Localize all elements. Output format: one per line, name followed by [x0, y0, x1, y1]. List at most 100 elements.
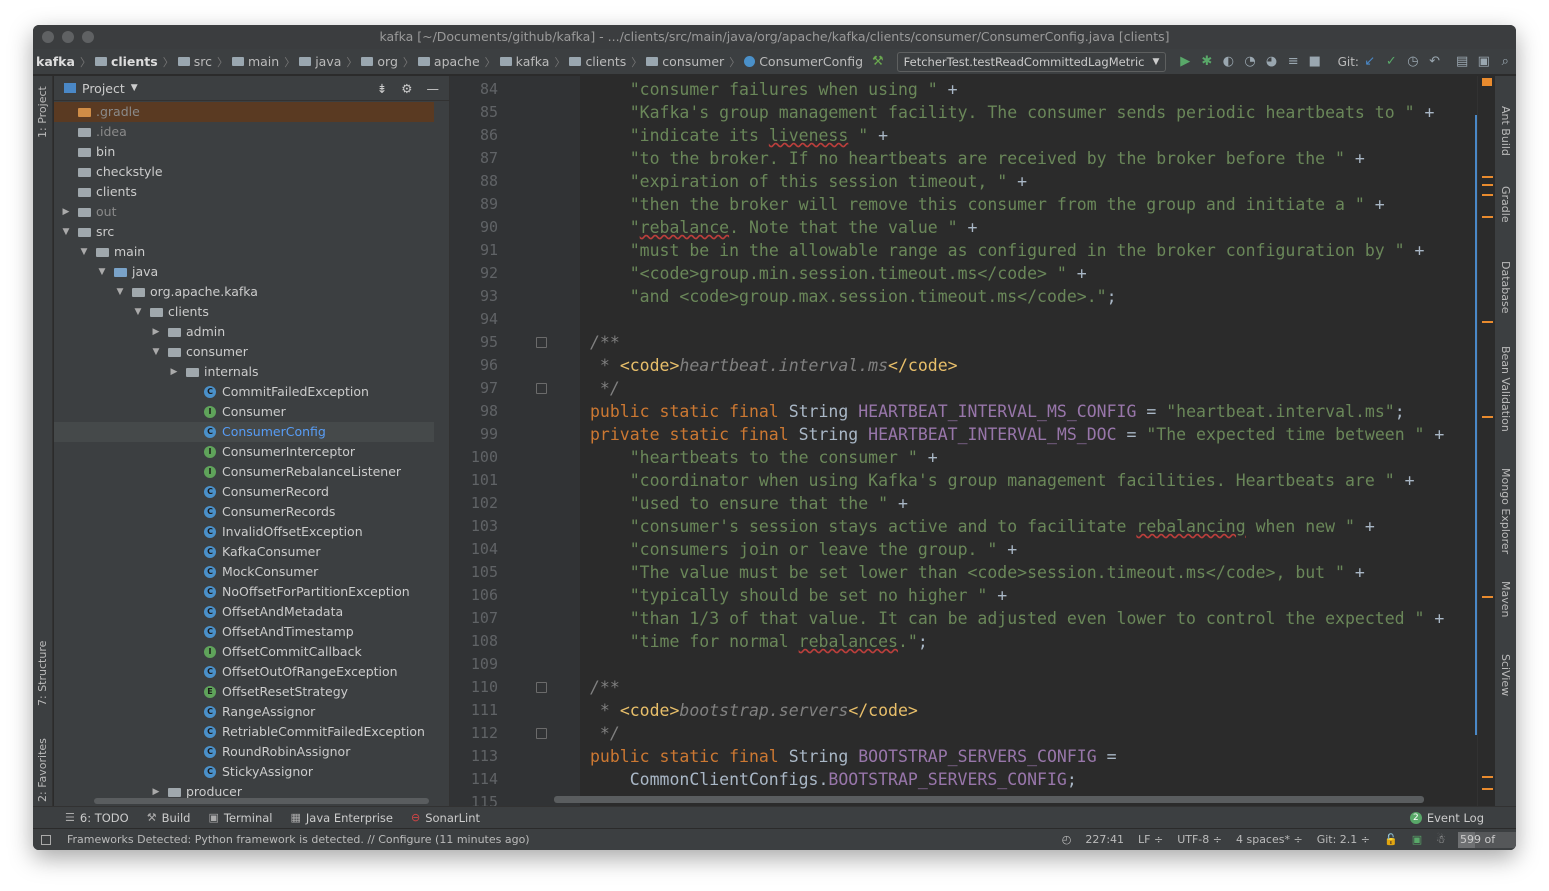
breadcrumb-item[interactable]: kafka [33, 54, 79, 69]
tree-item-consumerconfig[interactable]: C ConsumerConfig [54, 422, 434, 442]
editor-horizontal-scrollbar[interactable] [554, 796, 1424, 803]
tree-item-checkstyle[interactable]: checkstyle [54, 162, 434, 182]
terminal-tool-button[interactable]: ▣ Terminal [208, 811, 272, 825]
code-line[interactable]: "consumer's session stays active and to … [590, 515, 1375, 538]
chevron-right-icon[interactable]: ▶ [168, 362, 180, 382]
code-line[interactable]: */ [590, 377, 620, 400]
tree-item-invalidoffsetexception[interactable]: C InvalidOffsetException [54, 522, 434, 542]
code-line[interactable]: "heartbeats to the consumer " + [590, 446, 938, 469]
lock-icon[interactable]: 🔓 [1384, 833, 1398, 846]
chevron-right-icon[interactable]: ▶ [150, 322, 162, 342]
warning-mark[interactable] [1482, 596, 1493, 598]
warning-mark[interactable] [1482, 416, 1493, 418]
code-line[interactable]: /** [590, 331, 620, 354]
warning-mark[interactable] [1482, 321, 1493, 323]
git-update-icon[interactable]: ↙ [1359, 54, 1381, 69]
code-line[interactable]: "must be in the allowable range as confi… [590, 239, 1425, 262]
code-line[interactable]: public static final String HEARTBEAT_INT… [590, 400, 1405, 423]
tree-item-java[interactable]: ▼ java [54, 262, 434, 282]
chevron-down-icon[interactable]: ▼ [114, 282, 126, 302]
chevron-right-icon[interactable]: ▶ [60, 202, 72, 222]
code-line[interactable]: "then the broker will remove this consum… [590, 193, 1385, 216]
warning-mark[interactable] [1482, 176, 1493, 178]
code-editor[interactable]: 84 85 86 87 88 89 90 91 92 93 94 95 96 97 98 99 100 101 10… [449, 76, 1477, 811]
tree-item-clients[interactable]: ▼ clients [54, 302, 434, 322]
collapse-all-icon[interactable]: ⇟ [377, 81, 387, 96]
caret-position[interactable]: 227:41 [1085, 833, 1124, 846]
code-line[interactable]: "expiration of this session timeout, " + [590, 170, 1027, 193]
code-line[interactable]: "typically should be set no higher " + [590, 584, 1008, 607]
tree-item-consumerrecord[interactable]: C ConsumerRecord [54, 482, 434, 502]
run-icon[interactable]: ▶ [1174, 54, 1196, 69]
indent-select[interactable]: 4 spaces* ÷ [1236, 833, 1303, 846]
breadcrumb-item[interactable]: org [358, 54, 402, 69]
code-line[interactable]: "than 1/3 of that value. It can be adjus… [590, 607, 1445, 630]
tree-item-gradle[interactable]: .gradle [54, 102, 434, 122]
tree-item-mockconsumer[interactable]: C MockConsumer [54, 562, 434, 582]
sonarlint-tool-button[interactable]: ⊖ SonarLint [411, 811, 480, 825]
code-line[interactable]: "used to ensure that the " + [590, 492, 908, 515]
close-window-button[interactable] [42, 31, 54, 43]
chevron-down-icon[interactable]: ▼ [96, 262, 108, 282]
git-branch-select[interactable]: Git: 2.1 ÷ [1317, 833, 1370, 846]
breadcrumb-item[interactable]: ConsumerConfig [741, 54, 867, 69]
breadcrumb-item[interactable]: java [296, 54, 345, 69]
revert-icon[interactable]: ↶ [1424, 54, 1446, 69]
code-line[interactable]: */ [590, 722, 620, 745]
minimize-window-button[interactable] [62, 31, 74, 43]
breadcrumb-item[interactable]: clients [566, 54, 630, 69]
tree-item-main[interactable]: ▼ main [54, 242, 434, 262]
favorites-tool-tab[interactable]: 2: Favorites [36, 738, 49, 802]
breadcrumb-item[interactable]: consumer [643, 54, 728, 69]
fold-marker-icon[interactable] [536, 682, 547, 693]
tool-tab-maven[interactable]: Maven [1499, 581, 1512, 617]
run-configuration-select[interactable]: FetcherTest.testReadCommittedLagMetric ▼ [896, 51, 1167, 72]
project-structure-icon[interactable]: ▤ [1451, 54, 1473, 69]
stop-icon[interactable]: ■ [1304, 54, 1326, 69]
tool-tab-mongo-explorer[interactable]: Mongo Explorer [1499, 468, 1512, 554]
encoding-select[interactable]: UTF-8 ÷ [1177, 833, 1222, 846]
tree-item-commitfailedexception[interactable]: C CommitFailedException [54, 382, 434, 402]
code-line[interactable]: public static final String BOOTSTRAP_SER… [590, 745, 1117, 768]
chevron-down-icon[interactable]: ▼ [131, 83, 138, 93]
error-stripe[interactable] [1477, 76, 1495, 806]
java-enterprise-tool-button[interactable]: ▦ Java Enterprise [290, 811, 393, 825]
code-line[interactable]: "The value must be set lower than <code>… [590, 561, 1365, 584]
tree-horizontal-scrollbar[interactable] [94, 798, 429, 804]
tree-item-consumerrebalancelistener[interactable]: I ConsumerRebalanceListener [54, 462, 434, 482]
chevron-down-icon[interactable]: ▼ [132, 302, 144, 322]
fold-marker-icon[interactable] [536, 383, 547, 394]
code-line[interactable]: "time for normal rebalances."; [590, 630, 928, 653]
warning-mark[interactable] [1482, 776, 1493, 778]
inspection-icon[interactable]: ◴ [1062, 833, 1072, 846]
chevron-down-icon[interactable]: ▼ [78, 242, 90, 262]
tree-item-nooffsetforpartitionexception[interactable]: C NoOffsetForPartitionException [54, 582, 434, 602]
tree-item-offsetresetstrategy[interactable]: E OffsetResetStrategy [54, 682, 434, 702]
attach-icon[interactable]: ◕ [1261, 54, 1283, 69]
tree-item-internals[interactable]: ▶ internals [54, 362, 434, 382]
tree-item-consumer[interactable]: ▼ consumer [54, 342, 434, 362]
breadcrumb-item[interactable]: apache [415, 54, 484, 69]
chevron-down-icon[interactable]: ▼ [60, 222, 72, 242]
tool-tab-bean-validation[interactable]: Bean Validation [1499, 346, 1512, 432]
status-message[interactable]: Frameworks Detected: Python framework is… [67, 833, 530, 846]
tool-tab-ant-build[interactable]: Ant Build [1499, 106, 1512, 156]
chevron-down-icon[interactable]: ▼ [150, 342, 162, 362]
tree-item-kafkaconsumer[interactable]: C KafkaConsumer [54, 542, 434, 562]
history-icon[interactable]: ◷ [1402, 54, 1424, 69]
zoom-window-button[interactable] [82, 31, 94, 43]
run-tasks-icon[interactable]: ≡ [1282, 54, 1304, 69]
tree-item-idea[interactable]: .idea [54, 122, 434, 142]
search-icon[interactable]: ⌕ [1495, 54, 1516, 69]
code-line[interactable]: "consumers join or leave the group. " + [590, 538, 1017, 561]
project-tool-tab[interactable]: 1: Project [36, 86, 49, 138]
tree-item-offsetoutofrangeexception[interactable]: C OffsetOutOfRangeException [54, 662, 434, 682]
fold-marker-icon[interactable] [536, 728, 547, 739]
code-line[interactable]: * <code>heartbeat.interval.ms</code> [590, 354, 958, 377]
code-line[interactable]: * <code>bootstrap.servers</code> [590, 699, 918, 722]
tree-item-roundrobinassignor[interactable]: C RoundRobinAssignor [54, 742, 434, 762]
tool-tab-database[interactable]: Database [1499, 261, 1512, 314]
tree-item-src[interactable]: ▼ src [54, 222, 434, 242]
code-line[interactable]: "rebalance. Note that the value " + [590, 216, 978, 239]
tool-tab-gradle[interactable]: Gradle [1499, 186, 1512, 223]
